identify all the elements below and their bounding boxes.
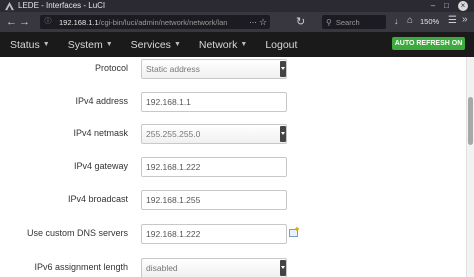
- menu-system[interactable]: System ▼: [68, 39, 113, 51]
- auto-refresh-button[interactable]: AUTO REFRESH ON: [392, 37, 465, 50]
- chevron-down-icon: ▼: [173, 41, 181, 48]
- bookmark-star-icon[interactable]: ☆: [259, 17, 267, 28]
- menu-network[interactable]: Network ▼: [199, 39, 247, 51]
- browser-titlebar: LEDE - Interfaces - LuCI – □ ×: [0, 0, 474, 12]
- chevron-down-icon: ▼: [105, 41, 113, 48]
- menu-logout-label: Logout: [265, 38, 298, 51]
- ipv4-address-row: IPv4 address 192.168.1.1: [0, 92, 466, 114]
- window-title: LEDE - Interfaces - LuCI: [18, 1, 106, 10]
- scrollbar-thumb[interactable]: [468, 97, 473, 145]
- url-path: /cgi-bin/luci/admin/network/network/lan: [98, 17, 228, 27]
- reload-icon[interactable]: ↻: [296, 15, 305, 28]
- dropdown-arrow-icon: [280, 126, 286, 142]
- zoom-level[interactable]: 150%: [420, 17, 439, 26]
- minimize-icon[interactable]: –: [431, 0, 435, 12]
- dropdown-arrow-icon: [280, 260, 286, 276]
- add-dns-icon[interactable]: [289, 224, 300, 237]
- info-icon[interactable]: ⓘ: [43, 17, 53, 27]
- search-placeholder: Search: [335, 17, 360, 27]
- ipv4-address-label: IPv4 address: [75, 96, 128, 106]
- protocol-label: Protocol: [94, 63, 128, 73]
- close-icon[interactable]: ×: [458, 1, 468, 11]
- interface-form: Protocol Static address IPv4 address 192…: [0, 57, 466, 277]
- ipv4-gateway-input[interactable]: 192.168.1.222: [141, 157, 287, 177]
- menu-status-label: Status: [10, 38, 40, 51]
- dropdown-arrow-icon: [280, 61, 286, 77]
- dns-servers-label: Use custom DNS servers: [26, 228, 128, 238]
- page-actions-icon[interactable]: ···: [249, 18, 257, 27]
- hamburger-menu-icon[interactable]: ☰: [448, 15, 457, 26]
- lede-logo-icon: [4, 1, 14, 11]
- ipv4-broadcast-input[interactable]: 192.168.1.255: [141, 190, 287, 210]
- ipv6-assignment-row: IPv6 assignment length disabled: [0, 258, 466, 277]
- url-host: 192.168.1.1: [59, 17, 99, 27]
- maximize-icon[interactable]: □: [444, 0, 449, 12]
- chevron-down-icon: ▼: [240, 41, 248, 48]
- ipv4-address-input[interactable]: 192.168.1.1: [141, 92, 287, 112]
- ipv4-netmask-row: IPv4 netmask 255.255.255.0: [0, 124, 466, 146]
- window-controls: – □ ×: [431, 0, 468, 12]
- download-icon[interactable]: ↓: [394, 16, 399, 26]
- home-icon[interactable]: ⌂: [407, 15, 413, 26]
- overflow-icon[interactable]: »: [462, 14, 468, 25]
- menu-logout[interactable]: Logout: [265, 39, 297, 51]
- page-scrollbar[interactable]: [466, 57, 474, 277]
- chevron-down-icon: ▼: [42, 41, 50, 48]
- menu-network-label: Network: [198, 38, 238, 51]
- ipv4-gateway-label: IPv4 gateway: [73, 161, 128, 171]
- ipv4-netmask-select[interactable]: 255.255.255.0: [141, 124, 287, 144]
- ipv4-broadcast-label: IPv4 broadcast: [67, 194, 128, 204]
- menu-system-label: System: [67, 38, 103, 51]
- back-icon[interactable]: ←: [5, 12, 18, 32]
- menu-services-label: Services: [130, 38, 171, 51]
- ipv6-assignment-label: IPv6 assignment length: [34, 262, 128, 272]
- dns-servers-input[interactable]: 192.168.1.222: [141, 224, 287, 244]
- ipv6-assignment-select[interactable]: disabled: [141, 258, 287, 277]
- search-icon: ⚲: [326, 17, 332, 27]
- ipv6-assignment-value: disabled: [146, 263, 178, 273]
- browser-navbar: ← → ⓘ 192.168.1.1/cgi-bin/luci/admin/net…: [0, 12, 474, 32]
- url-bar[interactable]: ⓘ 192.168.1.1/cgi-bin/luci/admin/network…: [40, 15, 270, 29]
- ipv4-netmask-label: IPv4 netmask: [73, 128, 128, 138]
- ipv4-broadcast-row: IPv4 broadcast 192.168.1.255: [0, 190, 466, 212]
- menu-services[interactable]: Services ▼: [131, 39, 181, 51]
- dns-servers-row: Use custom DNS servers 192.168.1.222: [0, 224, 466, 246]
- search-bar[interactable]: ⚲ Search: [322, 15, 386, 29]
- protocol-row: Protocol Static address: [0, 59, 466, 81]
- ipv4-gateway-row: IPv4 gateway 192.168.1.222: [0, 157, 466, 179]
- forward-icon[interactable]: →: [18, 12, 31, 32]
- menu-status[interactable]: Status ▼: [10, 39, 50, 51]
- protocol-value: Static address: [146, 64, 200, 74]
- ipv4-netmask-value: 255.255.255.0: [146, 129, 201, 139]
- protocol-select[interactable]: Static address: [141, 59, 287, 79]
- url-text[interactable]: 192.168.1.1/cgi-bin/luci/admin/network/n…: [59, 18, 249, 27]
